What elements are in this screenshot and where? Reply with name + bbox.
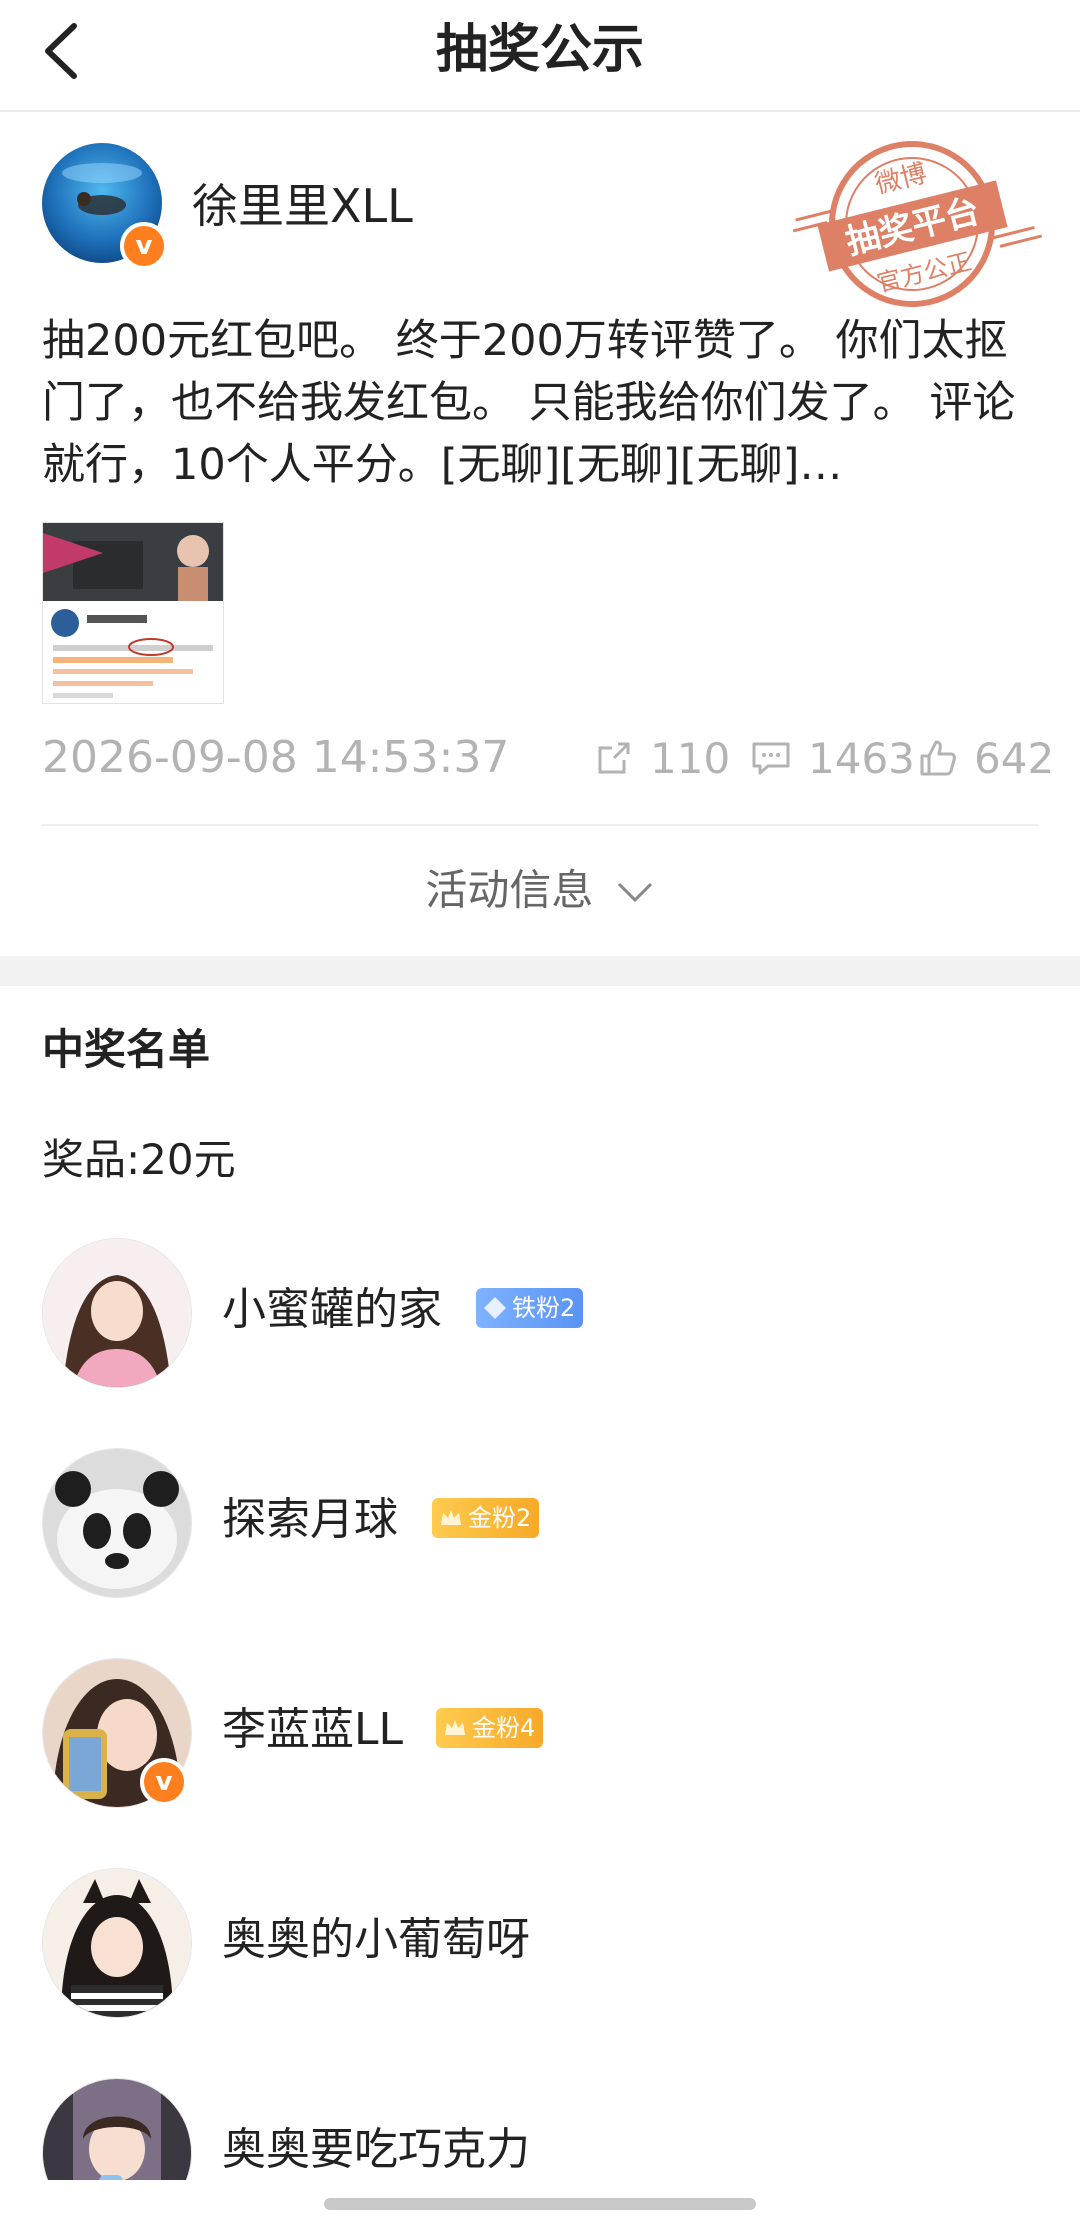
prize-label: 奖品:20元 (42, 1135, 236, 1184)
comment-button[interactable]: 1463 (750, 728, 915, 788)
fan-level-badge: 金粉2 (432, 1498, 540, 1538)
diamond-icon (484, 1297, 506, 1319)
comment-count: 1463 (808, 733, 915, 783)
fan-badge-label: 金粉2 (468, 1504, 532, 1532)
fan-level-badge: 铁粉2 (476, 1288, 584, 1328)
home-indicator-bar[interactable] (324, 2198, 756, 2210)
like-button[interactable]: 642 (918, 728, 1054, 788)
winners-section-title: 中奖名单 (42, 1025, 211, 1074)
winner-name[interactable]: 小蜜罐的家 (222, 1280, 442, 1340)
repost-icon (598, 742, 630, 774)
page-title: 抽奖公示 (435, 20, 644, 80)
repost-button[interactable]: 110 (594, 728, 730, 788)
lottery-platform-stamp: 微博 抽奖平台 官方公正 (780, 132, 1045, 317)
like-count: 642 (974, 733, 1055, 783)
divider (42, 824, 1038, 826)
winner-avatar[interactable] (42, 1868, 192, 2018)
fan-badge-label: 金粉4 (472, 1714, 536, 1742)
top-nav-bar: 抽奖公示 (0, 0, 1080, 110)
winner-row[interactable]: v 李蓝蓝LL 金粉4 (0, 1650, 1080, 1810)
winner-name[interactable]: 探索月球 (222, 1490, 398, 1550)
crown-icon (441, 1510, 461, 1525)
post-meta-row: 2026-09-08 14:53:37 110 1463 642 (42, 728, 1054, 788)
author-name[interactable]: 徐里里XLL (192, 176, 413, 236)
winner-row[interactable]: 小蜜罐的家 铁粉2 (0, 1230, 1080, 1390)
crown-icon (445, 1720, 465, 1735)
winner-row[interactable]: 探索月球 金粉2 (0, 1440, 1080, 1600)
post-image-thumbnail[interactable] (42, 522, 224, 704)
winner-avatar[interactable] (42, 2078, 192, 2180)
winner-name[interactable]: 李蓝蓝LL (222, 1700, 403, 1760)
post-timestamp: 2026-09-08 14:53:37 (42, 732, 510, 783)
winner-row[interactable]: 奥奥的小葡萄呀 (0, 1860, 1080, 2020)
repost-count: 110 (650, 733, 731, 783)
verified-v-icon: v (120, 222, 168, 270)
verified-v-icon: v (140, 1758, 188, 1806)
winner-row[interactable]: 奥奥要吃巧克力 (0, 2070, 1080, 2180)
fan-badge-label: 铁粉2 (512, 1294, 576, 1322)
activity-info-label: 活动信息 (425, 865, 594, 915)
chevron-down-icon (617, 882, 652, 902)
post-text[interactable]: 抽200元红包吧。 终于200万转评赞了。 你们太抠门了，也不给我发红包。 只能… (42, 310, 1042, 496)
section-separator (0, 956, 1080, 986)
nav-divider (0, 110, 1080, 112)
stamp-top-text: 微博 (872, 159, 930, 201)
winner-name[interactable]: 奥奥要吃巧克力 (222, 2120, 530, 2180)
comment-icon (752, 742, 790, 775)
winner-avatar[interactable] (42, 1238, 192, 1388)
like-thumb-icon (920, 740, 956, 776)
winner-avatar[interactable] (42, 1448, 192, 1598)
winner-name[interactable]: 奥奥的小葡萄呀 (222, 1910, 530, 1970)
activity-info-toggle[interactable]: 活动信息 (0, 858, 1080, 921)
fan-level-badge: 金粉4 (436, 1708, 544, 1748)
